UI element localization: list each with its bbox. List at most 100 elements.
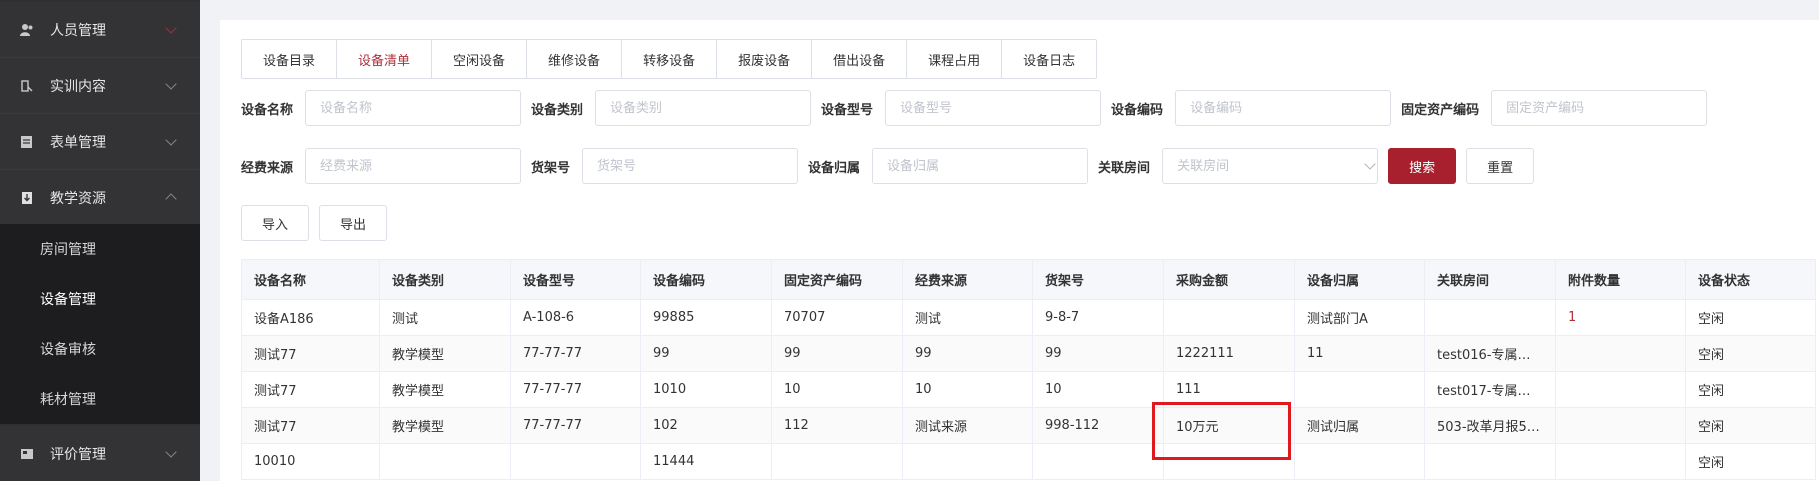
import-button[interactable]: 导入: [241, 205, 310, 241]
tab-transfer-devices[interactable]: 转移设备: [622, 40, 718, 78]
filter-row-1: 设备名称 设备类别 设备型号 设备编码 固定资产编码: [241, 90, 1717, 126]
table-cell: 10万元: [1163, 407, 1295, 444]
chevron-down-icon: [165, 134, 177, 146]
table-cell: 空闲: [1685, 299, 1816, 336]
column-header: 固定资产编码: [771, 259, 903, 300]
table-cell: 77-77-77: [510, 407, 641, 444]
table-cell: A-108-6: [510, 299, 641, 336]
table-cell: 10: [771, 371, 903, 408]
tab-device-catalog[interactable]: 设备目录: [242, 40, 338, 78]
table-cell: 998-112: [1032, 407, 1164, 444]
submenu-teaching-resources: 房间管理 设备管理 设备审核 耗材管理: [0, 224, 200, 424]
column-header: 设备归属: [1294, 259, 1425, 300]
device-category-input[interactable]: [595, 90, 812, 126]
table-cell: 10: [1032, 371, 1164, 408]
table-header-row: 设备名称 设备类别 设备型号 设备编码 固定资产编码 经费来源 货架号 采购金额…: [241, 259, 1816, 300]
table-cell: 102: [640, 407, 772, 444]
table-cell: [1555, 335, 1686, 372]
table-cell: 99: [1032, 335, 1164, 372]
table-row[interactable]: 测试77 教学模型 77-77-77 1010 10 10 10 111 tes…: [241, 371, 1816, 408]
linked-room-select[interactable]: [1162, 148, 1388, 184]
table-row[interactable]: 测试77 教学模型 77-77-77 99 99 99 99 1222111 1…: [241, 335, 1816, 372]
chevron-down-icon: [165, 446, 177, 458]
table-cell: 1222111: [1163, 335, 1295, 372]
table-cell: [1163, 443, 1295, 480]
chevron-down-icon: [165, 78, 177, 90]
table-cell: 70707: [771, 299, 903, 336]
filter-label-shelf-number: 货架号: [531, 160, 571, 176]
tab-device-list[interactable]: 设备清单: [337, 40, 433, 78]
table-cell: [1555, 407, 1686, 444]
table-cell: [1424, 443, 1556, 480]
table-cell: 测试77: [241, 371, 380, 408]
table-cell: 测试部门A: [1294, 299, 1425, 336]
tab-idle-devices[interactable]: 空闲设备: [432, 40, 528, 78]
search-button[interactable]: 搜索: [1388, 148, 1457, 184]
menu-item-personnel[interactable]: 人员管理: [0, 2, 200, 58]
table-cell: 77-77-77: [510, 371, 641, 408]
table-cell: 99: [902, 335, 1033, 372]
menu-item-evaluation[interactable]: 评价管理: [0, 426, 200, 481]
column-header: 设备编码: [640, 259, 772, 300]
tab-repair-devices[interactable]: 维修设备: [527, 40, 623, 78]
table-cell: 空闲: [1685, 443, 1816, 480]
column-header: 附件数量: [1555, 259, 1686, 300]
menu-label: 表单管理: [50, 134, 106, 151]
device-owner-input[interactable]: [872, 148, 1089, 184]
menu-label: 评价管理: [50, 446, 106, 463]
table-cell: 测试归属: [1294, 407, 1425, 444]
user-icon: [20, 23, 34, 37]
asset-code-input[interactable]: [1491, 90, 1708, 126]
tab-course-usage[interactable]: 课程占用: [907, 40, 1003, 78]
tab-scrapped-devices[interactable]: 报废设备: [717, 40, 813, 78]
column-header: 设备型号: [510, 259, 641, 300]
table-cell: 空闲: [1685, 335, 1816, 372]
table-row[interactable]: 10010 11444 空闲: [241, 443, 1816, 480]
table-cell: 测试: [902, 299, 1033, 336]
filter-label-device-name: 设备名称: [241, 102, 294, 118]
column-header: 关联房间: [1424, 259, 1556, 300]
filter-row-2: 经费来源 货架号 设备归属 关联房间 搜索 重置: [241, 148, 1535, 184]
table-cell: 112: [771, 407, 903, 444]
linked-room-input[interactable]: [1162, 148, 1379, 184]
table-cell: 99: [771, 335, 903, 372]
filter-label-funding-source: 经费来源: [241, 160, 294, 176]
submenu-item-device-review[interactable]: 设备审核: [0, 324, 200, 374]
table-cell: 1010: [640, 371, 772, 408]
menu-item-teaching-resources[interactable]: 教学资源: [0, 170, 200, 226]
table-cell: 设备A186: [241, 299, 380, 336]
tab-device-log[interactable]: 设备日志: [1002, 40, 1097, 78]
table-row[interactable]: 测试77 教学模型 77-77-77 102 112 测试来源 998-112 …: [241, 407, 1816, 444]
column-header: 设备状态: [1685, 259, 1816, 300]
table-cell: 教学模型: [379, 407, 511, 444]
menu-item-forms[interactable]: 表单管理: [0, 114, 200, 170]
funding-source-input[interactable]: [305, 148, 522, 184]
menu-item-training[interactable]: 实训内容: [0, 58, 200, 114]
table-cell: [771, 443, 903, 480]
shelf-number-input[interactable]: [582, 148, 799, 184]
device-code-input[interactable]: [1175, 90, 1392, 126]
table-cell: [1555, 371, 1686, 408]
submenu-item-consumables[interactable]: 耗材管理: [0, 374, 200, 424]
table-cell: 测试来源: [902, 407, 1033, 444]
table-cell: 9-8-7: [1032, 299, 1164, 336]
attachment-count-link[interactable]: 1: [1555, 299, 1686, 336]
submenu-item-devices[interactable]: 设备管理: [0, 274, 200, 324]
filter-label-asset-code: 固定资产编码: [1401, 102, 1480, 118]
menu-label: 人员管理: [50, 22, 106, 39]
table-cell: test016-专属院…: [1424, 335, 1556, 372]
evaluation-icon: [20, 447, 34, 461]
table-cell: test017-专属院…: [1424, 371, 1556, 408]
device-name-input[interactable]: [305, 90, 522, 126]
submenu-item-rooms[interactable]: 房间管理: [0, 224, 200, 274]
device-model-input[interactable]: [885, 90, 1102, 126]
filter-label-device-code: 设备编码: [1111, 102, 1164, 118]
menu-label: 实训内容: [50, 78, 106, 95]
export-button[interactable]: 导出: [319, 205, 388, 241]
reset-button[interactable]: 重置: [1466, 148, 1535, 184]
table-cell: 77-77-77: [510, 335, 641, 372]
table-cell: 空闲: [1685, 371, 1816, 408]
table-cell: 99: [640, 335, 772, 372]
tab-lent-devices[interactable]: 借出设备: [812, 40, 908, 78]
table-row[interactable]: 设备A186 测试 A-108-6 99885 70707 测试 9-8-7 测…: [241, 299, 1816, 336]
